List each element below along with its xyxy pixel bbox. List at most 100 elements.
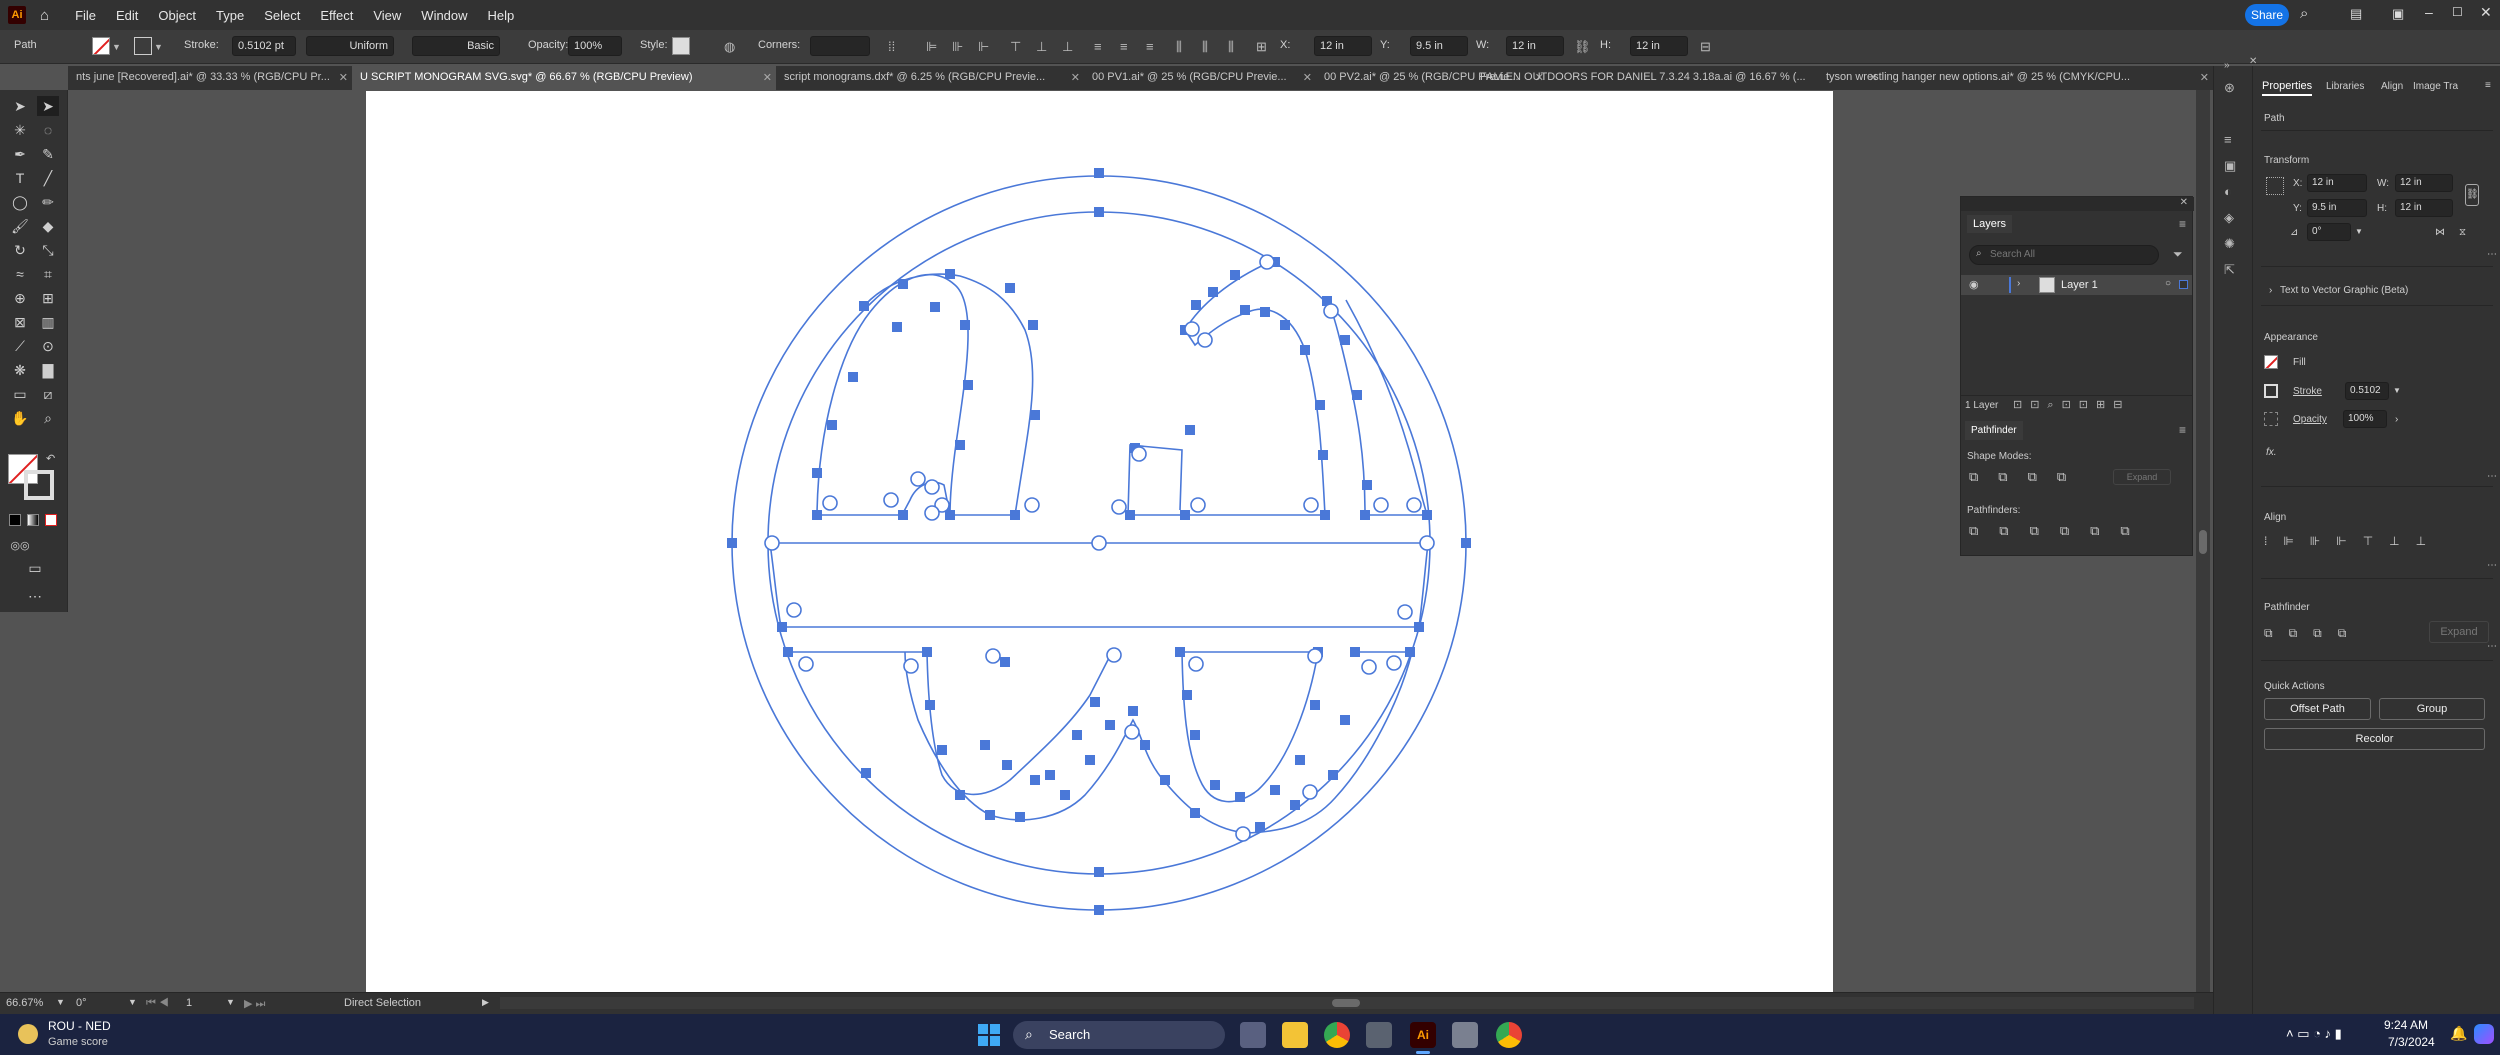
home-icon[interactable]: ⌂ [40, 7, 49, 24]
layer-row[interactable]: ◉ › Layer 1 ○ [1961, 275, 2192, 295]
artboard-nav-icons[interactable]: ⏮ ◀ [146, 997, 169, 1010]
pathfinder-buttons[interactable]: ⧉⧉⧉⧉⧉⧉ [1969, 523, 2151, 539]
close-tab-icon[interactable]: ✕ [1303, 71, 1312, 84]
pathfinder-expand-button[interactable]: Expand [2113, 469, 2171, 485]
eyedropper-icon[interactable]: ⟋ [9, 336, 31, 356]
illustrator-icon[interactable]: Ai [1410, 1022, 1436, 1048]
expand-chevron-icon[interactable]: › [2017, 278, 2020, 289]
visibility-eye-icon[interactable]: ◉ [1969, 278, 1979, 291]
shape-mode-buttons[interactable]: ⧉⧉⧉⧉ [1969, 469, 2086, 485]
lasso-icon[interactable]: ◌ [37, 120, 59, 140]
libraries-icon[interactable]: ▣ [2224, 158, 2236, 174]
recolor-icon[interactable]: ◍ [724, 39, 735, 55]
chevron-right-icon[interactable]: › [2269, 285, 2272, 296]
chevron-down-icon[interactable]: ▼ [128, 997, 137, 1007]
minimize-icon[interactable]: – [2425, 4, 2433, 20]
align-bottom-icon[interactable]: ⊥ [1062, 39, 1073, 55]
horizontal-scrollbar[interactable] [500, 997, 2194, 1009]
tab-libraries[interactable]: Libraries [2326, 81, 2364, 92]
y-field[interactable]: 9.5 in [2307, 199, 2367, 217]
distribute-icon[interactable]: ≡ [1146, 39, 1154, 55]
more-tools-icon[interactable]: ⋯ [24, 586, 46, 606]
recolor-button[interactable]: Recolor [2264, 728, 2485, 750]
vertical-scrollbar[interactable] [2196, 90, 2210, 992]
opacity-swatch[interactable] [2264, 412, 2278, 426]
color-icon[interactable]: ◐ [2224, 184, 2232, 200]
chevron-right-icon[interactable]: › [2395, 414, 2398, 425]
tab-image-trace[interactable]: Image Tra [2413, 81, 2458, 92]
align-left-icon[interactable]: ⊫ [926, 39, 937, 55]
slice-tool-icon[interactable]: ⧄ [37, 384, 59, 404]
stroke-weight-field[interactable]: 0.5102 [2345, 382, 2389, 400]
distribute-icon[interactable]: ≡ [1094, 39, 1102, 55]
tab-document-active[interactable]: U SCRIPT MONOGRAM SVG.svg* @ 66.67 % (RG… [352, 66, 776, 90]
scroll-thumb[interactable] [1332, 999, 1360, 1007]
menu-file[interactable]: File [75, 8, 96, 23]
gradient-tool-icon[interactable]: ▥ [37, 312, 59, 332]
export-icon[interactable]: ⇱ [2224, 262, 2235, 278]
screen-mode-icon[interactable]: ▭ [24, 558, 46, 578]
search-icon[interactable]: ⌕ [2300, 5, 2308, 22]
system-tray-icons[interactable]: ˄ ▭ ◔ ♪ ▮ [2286, 1026, 2342, 1042]
scroll-thumb[interactable] [2199, 530, 2207, 554]
brush-definition[interactable]: Basic [412, 36, 500, 56]
type-tool-icon[interactable]: T [9, 168, 31, 188]
shape-builder-icon[interactable]: ⊕ [9, 288, 31, 308]
expand-button[interactable]: Expand [2429, 621, 2489, 643]
windows-start-icon[interactable] [978, 1024, 1000, 1046]
close-tab-icon[interactable]: ✕ [1071, 71, 1080, 84]
menu-effect[interactable]: Effect [320, 8, 353, 23]
pathfinder-tab[interactable]: Pathfinder [1965, 421, 2023, 440]
y-field[interactable]: 9.5 in [1410, 36, 1468, 56]
ellipse-tool-icon[interactable]: ◯ [9, 192, 31, 212]
text-to-vector[interactable]: Text to Vector Graphic (Beta) [2280, 285, 2408, 296]
align-to-icon[interactable]: ⁞⁞ [888, 39, 895, 55]
rotate-view[interactable]: 0° [76, 997, 87, 1009]
monogram-artwork[interactable] [366, 91, 1833, 992]
calculator-icon[interactable] [1366, 1022, 1392, 1048]
x-field[interactable]: 12 in [1314, 36, 1372, 56]
pen-app-icon[interactable] [1452, 1022, 1478, 1048]
panel-menu-icon[interactable]: ≡ [2485, 80, 2491, 91]
layers-icon[interactable]: ◈ [2224, 210, 2234, 226]
scale-tool-icon[interactable]: ⤡ [37, 240, 59, 260]
opacity-label[interactable]: Opacity [2293, 414, 2327, 425]
rotate-tool-icon[interactable]: ↻ [9, 240, 31, 260]
copilot-icon[interactable] [2474, 1024, 2494, 1044]
w-field[interactable]: 12 in [1506, 36, 1564, 56]
symbol-sprayer-icon[interactable]: ❋ [9, 360, 31, 380]
align-buttons[interactable]: ⁞⊫⊪⊩⊤⊥⊥ [2264, 534, 2442, 548]
menu-type[interactable]: Type [216, 8, 244, 23]
artboard-nav-icons[interactable]: ▶ ⏭ [244, 997, 265, 1011]
color-mode-icon[interactable] [9, 514, 21, 526]
weather-title[interactable]: ROU - NED [48, 1019, 111, 1033]
chevron-down-icon[interactable]: ▼ [2355, 227, 2363, 236]
distribute-icon[interactable]: ⫼ [1176, 39, 1182, 55]
chevron-down-icon[interactable]: ▼ [112, 39, 121, 55]
pencil-tool-icon[interactable]: ✏ [37, 192, 59, 212]
more-options-icon[interactable]: ⋯ [2487, 560, 2497, 571]
magic-wand-icon[interactable]: ✳ [9, 120, 31, 140]
paintbrush-tool-icon[interactable]: 🖌 [9, 216, 31, 236]
menu-view[interactable]: View [373, 8, 401, 23]
align-right-icon[interactable]: ⊩ [978, 39, 989, 55]
h-field[interactable]: 12 in [2395, 199, 2453, 217]
menu-object[interactable]: Object [158, 8, 196, 23]
close-tab-icon[interactable]: ✕ [763, 71, 772, 84]
close-icon[interactable]: ✕ [2180, 197, 2188, 208]
link-icon[interactable]: ⛓ [1574, 39, 1591, 55]
collapse-icon[interactable]: » [2224, 58, 2230, 74]
stroke-weight-field[interactable]: 0.5102 pt [232, 36, 296, 56]
direct-selection-tool-icon[interactable]: ➤ [37, 96, 59, 116]
graphic-style-swatch[interactable] [672, 37, 690, 55]
reference-point-icon[interactable] [2266, 177, 2284, 195]
menu-edit[interactable]: Edit [116, 8, 138, 23]
close-icon[interactable]: ✕ [2249, 56, 2257, 67]
menu-select[interactable]: Select [264, 8, 300, 23]
menu-help[interactable]: Help [488, 8, 515, 23]
stroke-label[interactable]: Stroke [2293, 386, 2322, 397]
rotate-field[interactable]: 0° [2307, 223, 2351, 241]
pathfinder-buttons[interactable]: ⧉⧉⧉⧉ [2264, 626, 2362, 641]
eraser-tool-icon[interactable]: ◆ [37, 216, 59, 236]
fill-swatch[interactable] [92, 37, 110, 55]
